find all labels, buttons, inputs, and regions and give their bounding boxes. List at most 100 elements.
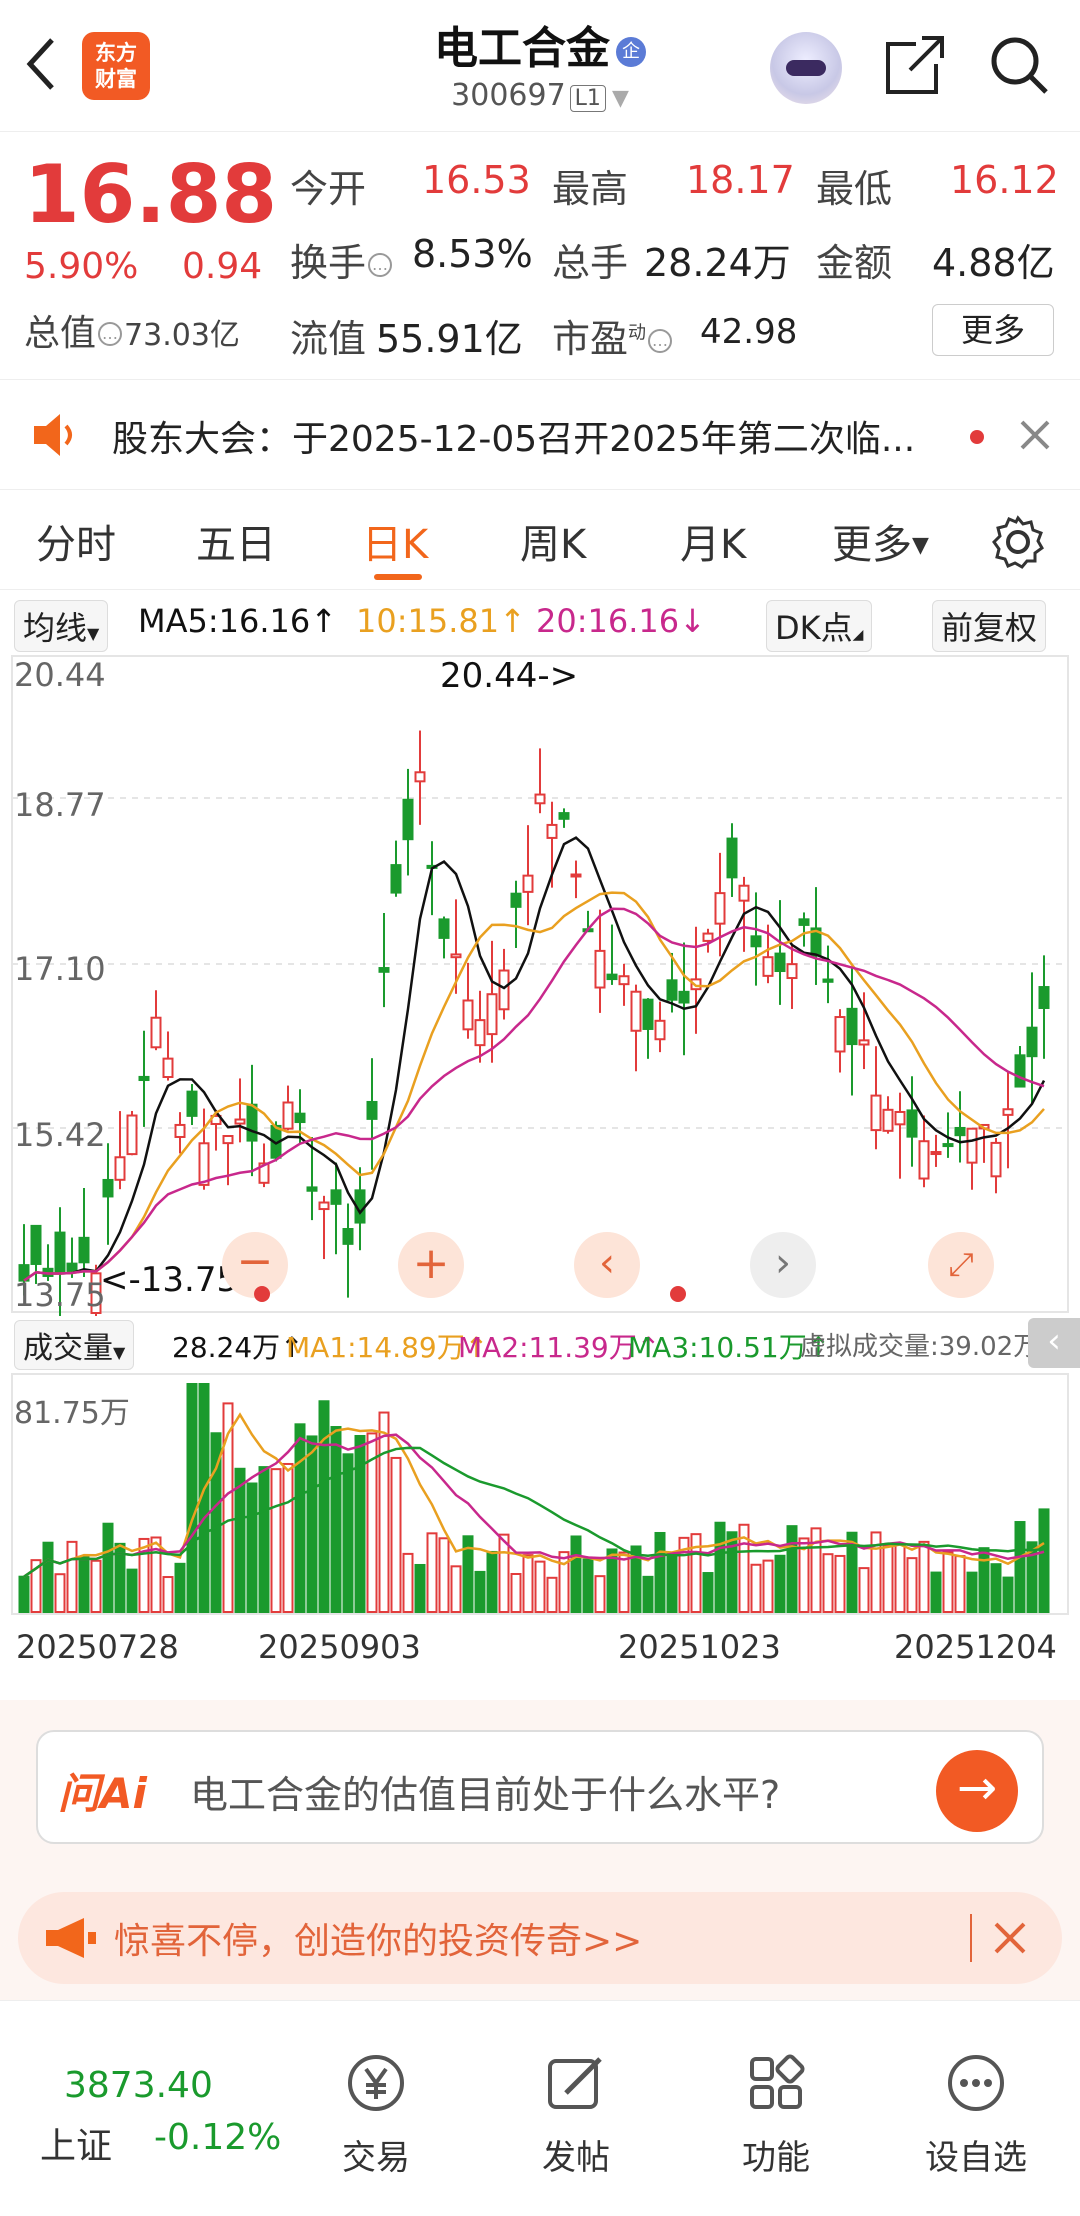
candle xyxy=(186,1084,198,1126)
volume-bar xyxy=(642,1575,654,1613)
edit-icon xyxy=(548,2057,602,2109)
volume-bar xyxy=(270,1468,282,1613)
volume-bar xyxy=(714,1521,726,1613)
volume-bar xyxy=(942,1551,954,1613)
candle xyxy=(882,1096,894,1134)
index-name[interactable]: 上证 xyxy=(40,2117,112,2169)
volume-bar xyxy=(498,1533,510,1613)
volume-bar xyxy=(402,1552,414,1613)
volume-bar xyxy=(918,1540,930,1613)
close-icon[interactable] xyxy=(1018,418,1052,452)
nav-label: 发帖 xyxy=(542,2138,610,2178)
tab-daily-k[interactable]: 日K xyxy=(362,512,428,570)
candle xyxy=(126,1110,138,1156)
dropdown-caret-icon[interactable]: ▼ xyxy=(612,86,629,111)
low-label: 最低 xyxy=(816,167,893,211)
candle xyxy=(222,1135,234,1186)
volume-bar xyxy=(1038,1508,1050,1613)
zoom-in-button[interactable]: + xyxy=(398,1232,464,1298)
volume-bar xyxy=(90,1559,102,1613)
volume-bar xyxy=(822,1553,834,1613)
volume-bar xyxy=(438,1537,450,1613)
expand-icon[interactable]: ⤢ xyxy=(928,1232,994,1298)
more-button[interactable]: 更多 xyxy=(932,304,1054,356)
candle xyxy=(798,912,810,947)
y-tick-label: 15.42 xyxy=(14,1116,106,1154)
date-tick: 20250903 xyxy=(258,1628,421,1666)
promo-banner[interactable]: 惊喜不停，创造你的投资传奇>> xyxy=(18,1892,1062,1984)
notice-text: 股东大会：于2025-12-05召开2025年第二次临... xyxy=(112,419,916,460)
dk-point-toggle[interactable]: DK点◢ xyxy=(766,600,873,652)
candle xyxy=(906,1076,918,1167)
volume-bar xyxy=(234,1467,246,1613)
volume-chart[interactable] xyxy=(0,1372,1080,1618)
candle xyxy=(930,1134,942,1167)
active-tab-underline xyxy=(374,574,422,580)
grid-icon xyxy=(750,2054,805,2109)
mktcap-label: 总值 xyxy=(24,313,97,354)
info-icon[interactable]: … xyxy=(98,322,123,346)
nav-functions[interactable]: 功能 xyxy=(706,2051,846,2179)
share-icon[interactable] xyxy=(884,34,946,96)
tab-five-day[interactable]: 五日 xyxy=(196,512,276,570)
gear-icon[interactable] xyxy=(990,514,1046,570)
yen-circle-icon xyxy=(348,2055,404,2111)
mktcap-value: 73.03亿 xyxy=(124,318,240,353)
candle xyxy=(474,990,486,1063)
info-icon[interactable]: … xyxy=(648,329,673,353)
chevron-left-icon[interactable]: ‹ xyxy=(574,1232,640,1298)
nav-add-watchlist[interactable]: 设自选 xyxy=(906,2051,1046,2179)
candle xyxy=(630,984,642,1072)
change-amount: 0.94 xyxy=(182,246,263,287)
arrow-right-icon[interactable]: → xyxy=(936,1750,1018,1832)
info-icon[interactable]: … xyxy=(368,253,393,277)
adjust-select[interactable]: 前复权 xyxy=(932,600,1047,652)
volume-bar xyxy=(294,1423,306,1614)
volume-bar xyxy=(546,1576,558,1614)
index-change[interactable]: -0.12% xyxy=(154,2117,281,2158)
candle xyxy=(150,990,162,1051)
candle xyxy=(822,945,834,1004)
y-tick-label: 13.75 xyxy=(14,1276,106,1314)
kline-chart[interactable] xyxy=(0,654,1080,1316)
tab-more[interactable]: 更多▼ xyxy=(832,512,929,570)
nav-post[interactable]: 发帖 xyxy=(506,2051,646,2179)
collapse-panel-icon[interactable]: ‹ xyxy=(1028,1318,1080,1368)
divider xyxy=(970,1914,972,1962)
ma-legend-bar: 均线▼ MA5:16.16↑ 10:15.81↑ 20:16.16↓ DK点◢ … xyxy=(0,596,1080,652)
ai-robot-icon[interactable] xyxy=(770,32,842,104)
volume-select[interactable]: 成交量▼ xyxy=(14,1320,135,1370)
chevron-right-icon[interactable]: › xyxy=(750,1232,816,1298)
tab-weekly-k[interactable]: 周K xyxy=(520,512,586,570)
date-tick: 20250728 xyxy=(16,1628,179,1666)
candle xyxy=(198,1108,210,1190)
candle xyxy=(378,912,390,1008)
volume-bar xyxy=(330,1426,342,1613)
tab-intraday[interactable]: 分时 xyxy=(36,512,116,570)
nav-trade[interactable]: 交易 xyxy=(306,2051,446,2179)
stock-title[interactable]: 电工合金企 300697 L1 ▼ xyxy=(380,12,700,113)
volume-bar xyxy=(78,1555,90,1613)
volume-bar xyxy=(978,1547,990,1614)
megaphone-icon xyxy=(46,1918,96,1958)
ma-select[interactable]: 均线▼ xyxy=(14,600,109,652)
search-icon[interactable] xyxy=(988,34,1050,96)
tab-monthly-k[interactable]: 月K xyxy=(680,512,746,570)
notice-bar[interactable]: 股东大会：于2025-12-05召开2025年第二次临... xyxy=(0,380,1080,490)
volume-bar xyxy=(774,1554,786,1613)
ai-question-box[interactable]: 问Ai 电工合金的估值目前处于什么水平? → xyxy=(36,1730,1044,1844)
volume-bar xyxy=(570,1535,582,1613)
volume-bar xyxy=(450,1565,462,1613)
candle xyxy=(1014,1046,1026,1088)
close-icon[interactable] xyxy=(992,1920,1028,1956)
volume-bar xyxy=(702,1572,714,1613)
candle xyxy=(726,823,738,897)
volume-max-label: 81.75万 xyxy=(14,1396,130,1431)
speaker-icon xyxy=(34,414,72,456)
back-arrow-icon[interactable] xyxy=(26,34,56,94)
volume-bar xyxy=(894,1543,906,1613)
candle xyxy=(606,924,618,985)
index-value[interactable]: 3873.40 xyxy=(64,2065,213,2106)
volume-bar xyxy=(66,1540,78,1613)
candle xyxy=(318,1195,330,1260)
